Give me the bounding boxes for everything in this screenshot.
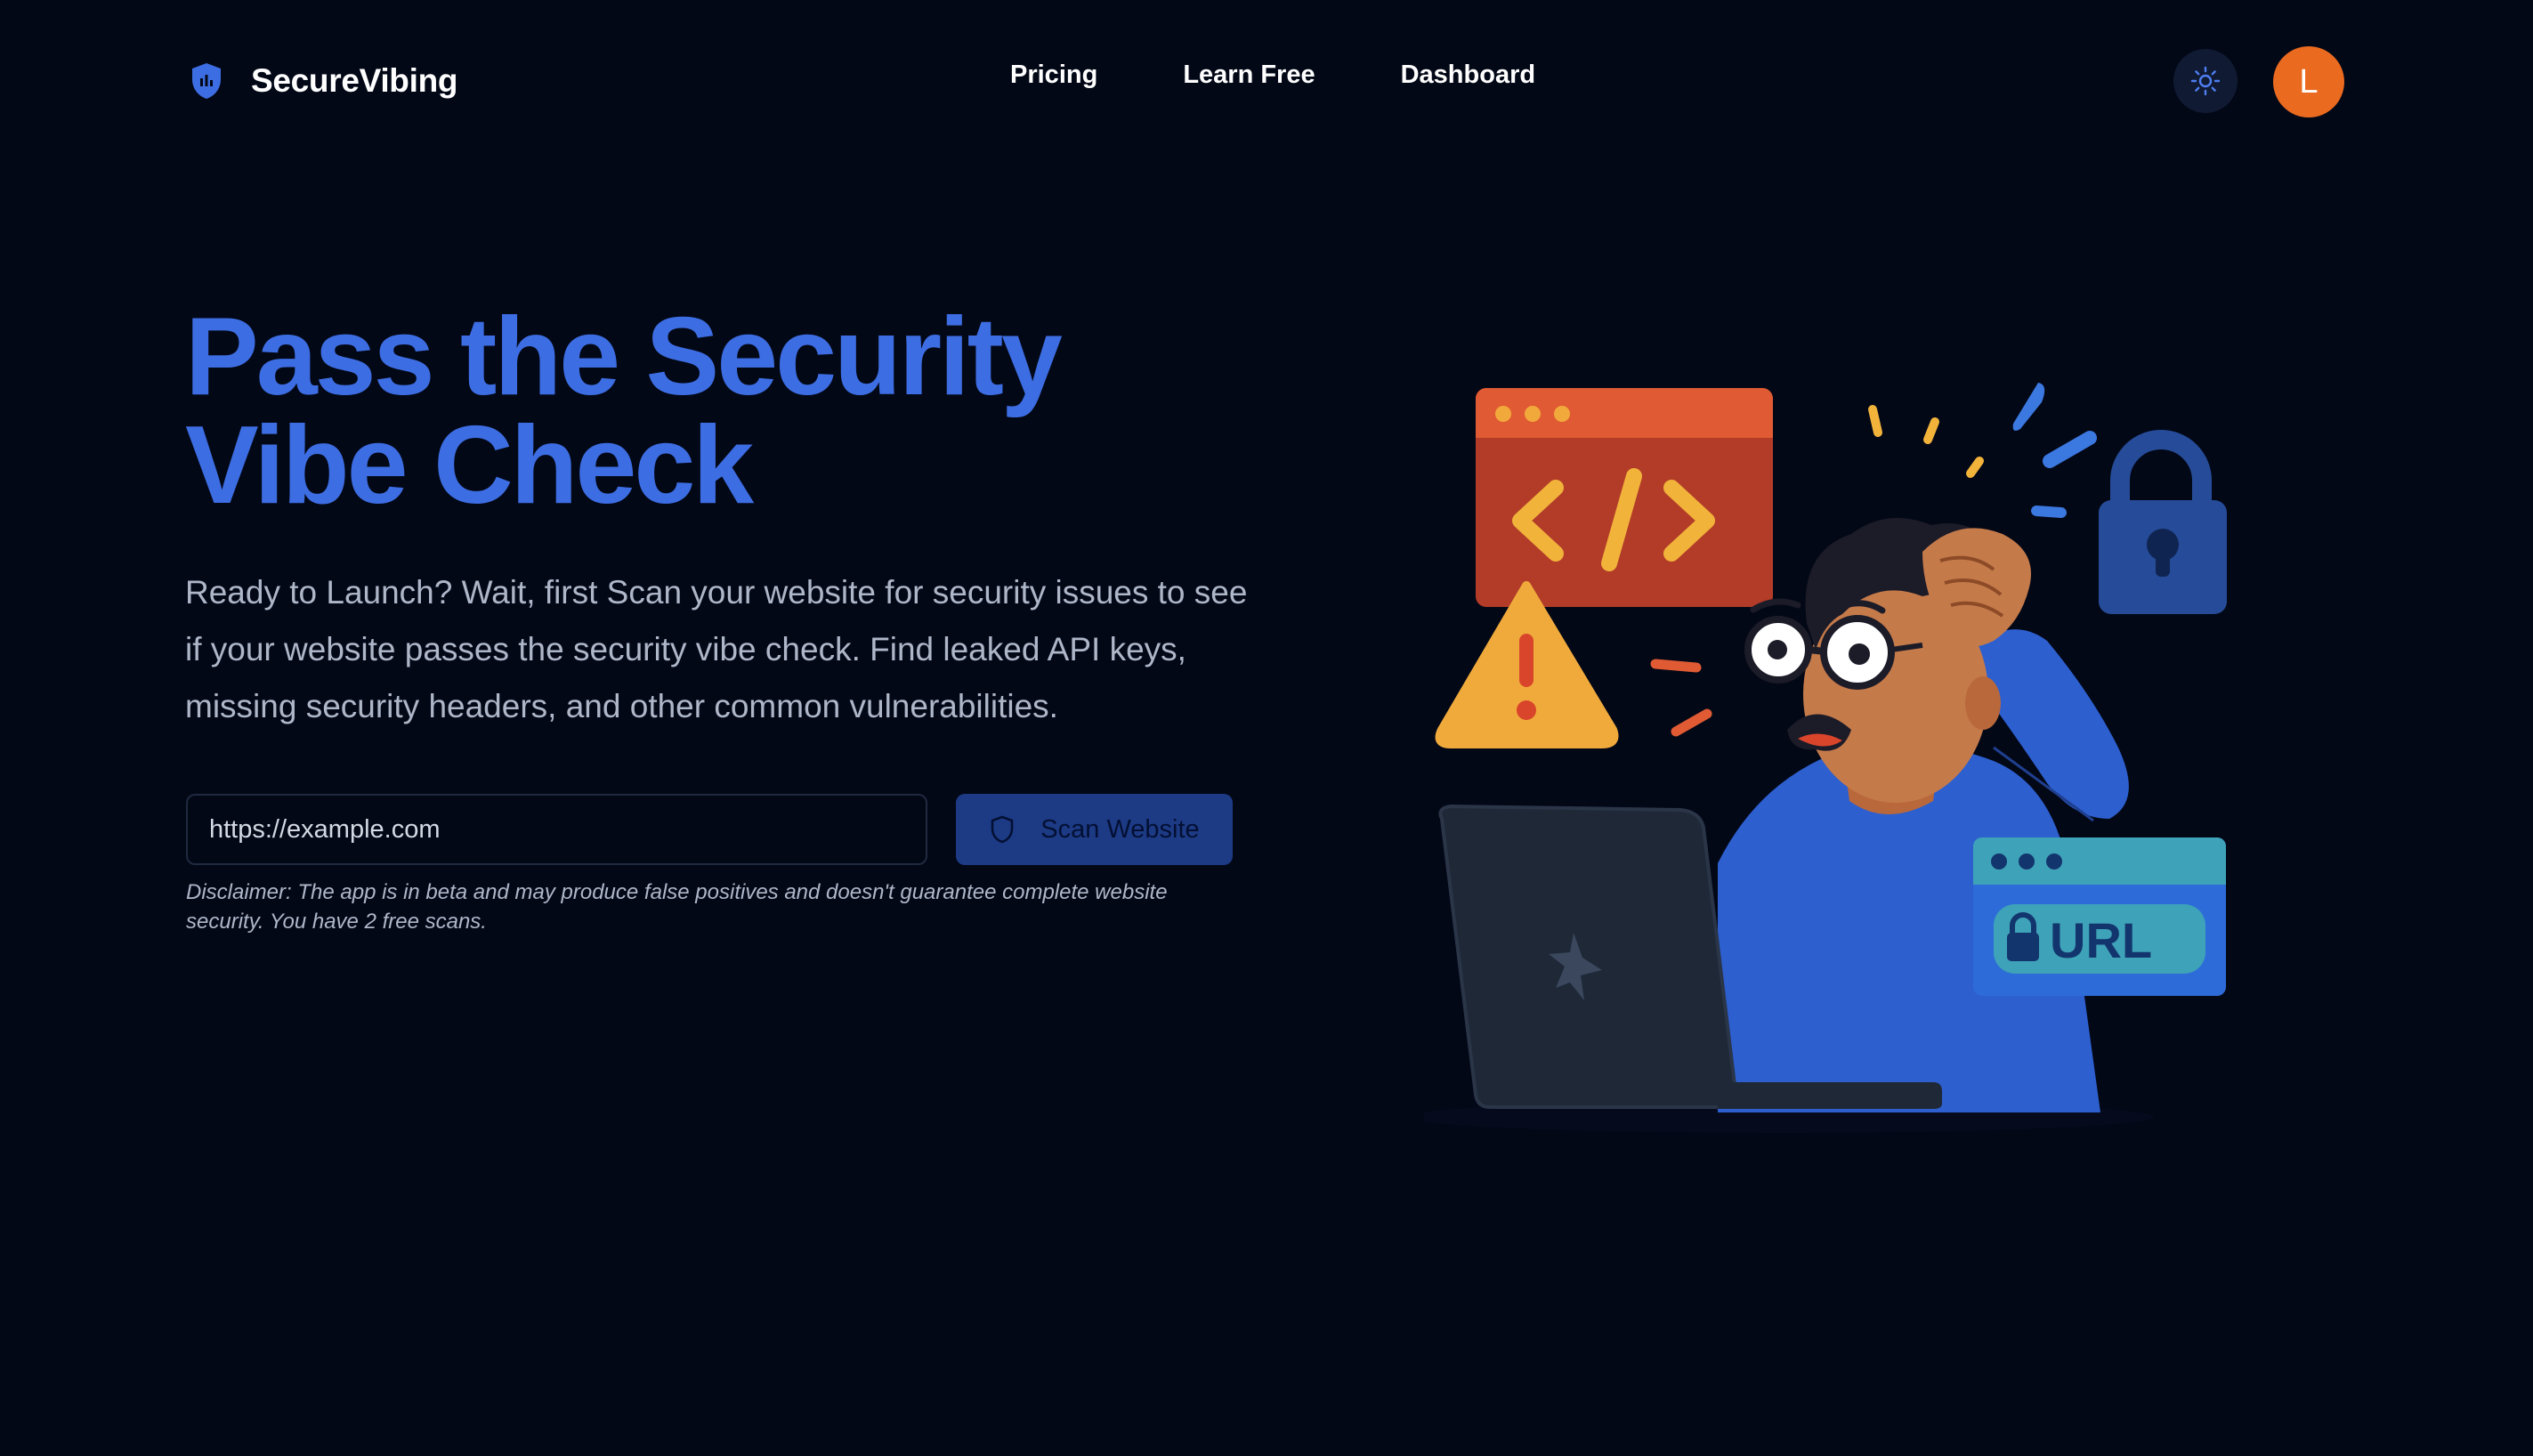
url-badge-text: URL (2050, 912, 2152, 968)
nav-pricing[interactable]: Pricing (1010, 61, 1097, 90)
hero-title-line-1: Pass the Security (185, 295, 1063, 418)
top-nav: SecureVibing Pricing Learn Free Dashboar… (0, 0, 2533, 162)
theme-toggle-button[interactable] (2173, 49, 2238, 113)
user-avatar[interactable]: L (2273, 46, 2344, 117)
shield-outline-icon (989, 814, 1016, 845)
padlock-icon (2099, 430, 2227, 614)
scan-website-button[interactable]: Scan Website (956, 794, 1233, 865)
shield-icon (187, 61, 226, 101)
nav-dashboard[interactable]: Dashboard (1401, 61, 1535, 90)
nav-learn-free[interactable]: Learn Free (1183, 61, 1315, 90)
landing-page: SecureVibing Pricing Learn Free Dashboar… (0, 0, 2533, 1456)
url-badge-icon: URL (1973, 837, 2226, 996)
disclaimer-text: Disclaimer: The app is in beta and may p… (186, 880, 1168, 934)
scan-button-label: Scan Website (1040, 814, 1200, 844)
warning-icon (1435, 581, 1619, 748)
url-input[interactable] (186, 794, 927, 865)
hero-description: Ready to Launch? Wait, first Scan your w… (185, 574, 1248, 724)
hero-title: Pass the Security Vibe Check (185, 295, 1342, 527)
brand-logo[interactable]: SecureVibing (187, 53, 457, 109)
code-window-icon (1476, 388, 1773, 607)
hero-illustration: URL (1406, 356, 2252, 1139)
sun-icon (2190, 66, 2221, 96)
main-nav: Pricing Learn Free Dashboard (1010, 61, 1535, 90)
brand-name: SecureVibing (251, 62, 458, 99)
hero-title-line-2: Vibe Check (185, 404, 754, 527)
